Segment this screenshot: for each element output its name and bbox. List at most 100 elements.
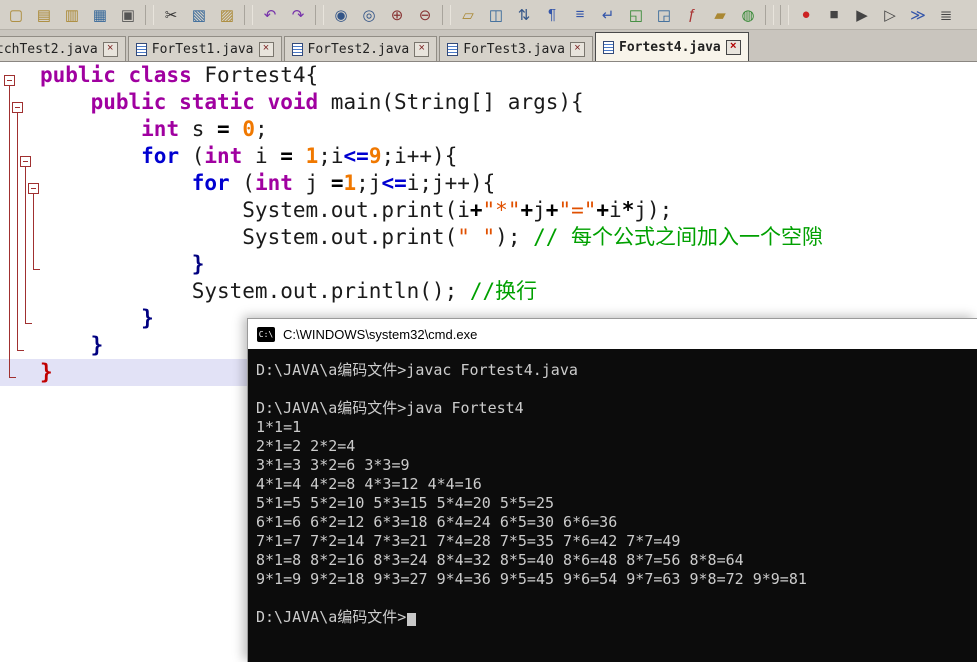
stop-macro-icon[interactable]: ■ <box>820 2 848 28</box>
code-token: int <box>254 171 293 195</box>
folder-icon[interactable]: ▰ <box>706 2 734 28</box>
code-line[interactable]: int s = 0; <box>0 116 977 143</box>
tab-label: Fortest4.java <box>619 39 721 55</box>
preview-icon[interactable]: ◍ <box>734 2 762 28</box>
cut-icon[interactable]: ✂ <box>157 2 185 28</box>
code-token: "=" <box>558 198 597 222</box>
tab-fortest2[interactable]: ForTest2.java × <box>283 36 438 61</box>
console-line: 5*1=5 5*2=10 5*3=15 5*4=20 5*5=25 <box>256 494 555 512</box>
print-icon[interactable]: ▣ <box>114 2 142 28</box>
copy-icon[interactable]: ▧ <box>185 2 213 28</box>
code-line[interactable]: } <box>0 251 977 278</box>
tab-fortest3[interactable]: ForTest3.java × <box>439 36 593 61</box>
tab-fortest4[interactable]: Fortest4.java × <box>595 32 749 61</box>
html-view-icon[interactable]: ◱ <box>622 2 650 28</box>
code-token: System.out.print( <box>40 225 458 249</box>
fold-toggle-icon[interactable] <box>20 156 31 167</box>
favorites-icon[interactable]: ▥ <box>58 2 86 28</box>
code-token: for <box>191 171 230 195</box>
tab-close-icon[interactable]: × <box>570 41 585 57</box>
file-icon <box>447 42 459 56</box>
console-line: 6*1=6 6*2=12 6*3=18 6*4=24 6*5=30 6*6=36 <box>256 513 618 531</box>
console-line: D:\JAVA\a编码文件> <box>256 608 977 627</box>
tab-bar: tchTest2.java × ForTest1.java × ForTest2… <box>0 30 977 62</box>
sort-icon[interactable]: ⇅ <box>510 2 538 28</box>
file-icon <box>291 42 303 56</box>
redo-icon[interactable]: ↷ <box>284 2 312 28</box>
function-icon[interactable]: ƒ <box>678 2 706 28</box>
script-icon[interactable]: ◲ <box>650 2 678 28</box>
open-file-icon[interactable]: ▤ <box>30 2 58 28</box>
console-titlebar[interactable]: C:\ C:\WINDOWS\system32\cmd.exe <box>248 319 977 349</box>
code-line[interactable]: public static void main(String[] args){ <box>0 89 977 116</box>
code-token: <= <box>343 144 369 168</box>
fold-gutter <box>0 67 40 662</box>
fold-line <box>33 194 34 269</box>
code-token: s <box>179 117 218 141</box>
file-icon <box>603 40 614 54</box>
console-line: 7*1=7 7*2=14 7*3=21 7*4=28 7*5=35 7*6=42… <box>256 532 681 550</box>
play-macro-icon[interactable]: ▶ <box>848 2 876 28</box>
word-wrap-icon[interactable]: ↵ <box>594 2 622 28</box>
play-to-cursor-icon[interactable]: ▷ <box>876 2 904 28</box>
code-token: Fortest4{ <box>204 63 319 87</box>
paste-icon[interactable]: ▨ <box>213 2 241 28</box>
code-line[interactable]: for (int i = 1;i<=9;i++){ <box>0 143 977 170</box>
tab-fortest1[interactable]: ForTest1.java × <box>127 36 282 61</box>
tab-close-icon[interactable]: × <box>414 41 430 57</box>
fold-end-tick <box>33 269 40 270</box>
console-title: C:\WINDOWS\system32\cmd.exe <box>283 326 478 342</box>
undo-icon[interactable]: ↶ <box>256 2 284 28</box>
code-line[interactable]: public class Fortest4{ <box>0 62 977 89</box>
new-file-icon[interactable]: ▢ <box>2 2 30 28</box>
fold-toggle-icon[interactable] <box>4 75 15 86</box>
find-icon[interactable]: ◉ <box>327 2 355 28</box>
code-line[interactable]: System.out.print(i+"*"+j+"="+i*j); <box>0 197 977 224</box>
console-line: 2*1=2 2*2=4 <box>256 437 356 455</box>
tab-label: tchTest2.java <box>0 41 98 57</box>
tab-close-icon[interactable]: × <box>725 39 741 55</box>
code-token: + <box>596 198 610 222</box>
code-token: "*" <box>482 198 521 222</box>
code-token: public class <box>40 63 205 87</box>
fold-toggle-icon[interactable] <box>28 183 39 194</box>
fast-play-icon[interactable]: ≫ <box>904 2 932 28</box>
code-line[interactable]: for (int j =1;j<=i;j++){ <box>0 170 977 197</box>
new-window-icon[interactable]: ▱ <box>454 2 482 28</box>
toolbar-separator <box>765 4 774 25</box>
find-in-files-icon[interactable]: ◎ <box>355 2 383 28</box>
fold-toggle-icon[interactable] <box>12 102 23 113</box>
code-line[interactable]: System.out.print(" "); // 每个公式之间加入一个空隙 <box>0 224 977 251</box>
tab-close-icon[interactable]: × <box>258 41 274 57</box>
code-token: ;j <box>356 171 382 195</box>
console-line: 3*1=3 3*2=6 3*3=9 <box>256 456 410 474</box>
save-file-icon[interactable]: ▦ <box>86 2 114 28</box>
zoom-out-icon[interactable]: ⊖ <box>411 2 439 28</box>
macro-list-icon[interactable]: ≣ <box>932 2 960 28</box>
code-token: + <box>545 198 559 222</box>
console-line: 4*1=4 4*2=8 4*3=12 4*4=16 <box>256 475 482 493</box>
tab-close-icon[interactable]: × <box>102 41 118 57</box>
code-token: = <box>330 171 344 195</box>
split-window-icon[interactable]: ◫ <box>482 2 510 28</box>
line-numbers-icon[interactable]: ≡ <box>566 2 594 28</box>
zoom-in-icon[interactable]: ⊕ <box>383 2 411 28</box>
code-token: System.out.print(i <box>40 198 470 222</box>
paragraph-marks-icon[interactable]: ¶ <box>538 2 566 28</box>
code-token: main(String[] args){ <box>330 90 584 114</box>
code-token: System.out.println(); <box>40 279 470 303</box>
record-macro-icon[interactable]: ● <box>792 2 820 28</box>
code-token: int <box>141 117 180 141</box>
console-line: D:\JAVA\a编码文件>javac Fortest4.java <box>256 361 578 379</box>
code-token: ( <box>229 171 255 195</box>
console-output[interactable]: D:\JAVA\a编码文件>javac Fortest4.java D:\JAVA… <box>248 349 977 662</box>
console-line: D:\JAVA\a编码文件>java Fortest4 <box>256 399 524 417</box>
code-token: ; <box>255 117 268 141</box>
code-line[interactable]: System.out.println(); //换行 <box>0 278 977 305</box>
tab-switchtest2[interactable]: tchTest2.java × <box>0 36 126 61</box>
